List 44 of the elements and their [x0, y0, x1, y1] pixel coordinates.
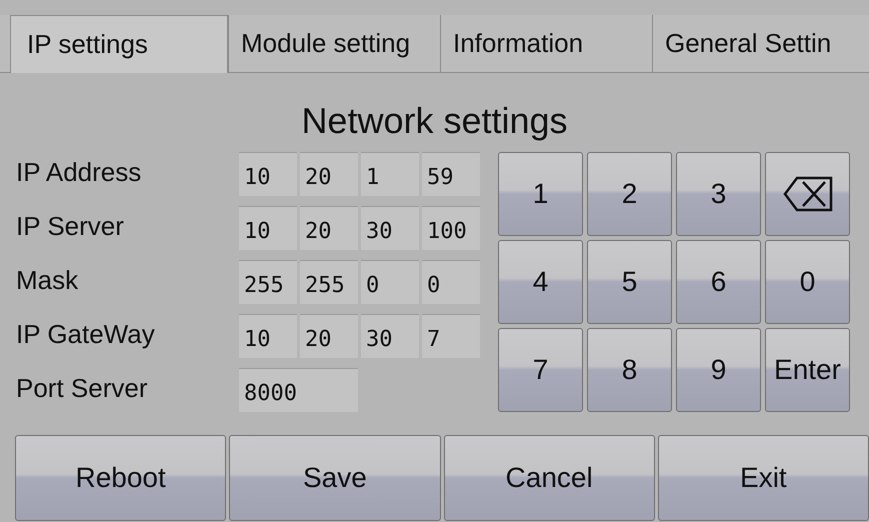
tab[interactable]: Module setting [228, 15, 440, 72]
tab[interactable]: General Settin [652, 15, 864, 72]
input-field[interactable]: 10 [239, 206, 297, 250]
tab[interactable]: Information [440, 15, 652, 72]
keypad-key[interactable]: 8 [587, 328, 672, 412]
input-field[interactable]: 0 [361, 260, 419, 304]
field-label: IP Server [16, 210, 125, 243]
input-field[interactable]: 20 [300, 152, 358, 196]
input-field[interactable]: 30 [361, 314, 419, 358]
input-field[interactable]: 59 [422, 152, 480, 196]
section-title: Network settings [301, 99, 568, 143]
input-field[interactable]: 10 [239, 152, 297, 196]
keypad-key[interactable]: 4 [498, 240, 583, 324]
action-button[interactable]: Reboot [15, 435, 226, 521]
action-button[interactable]: Cancel [444, 435, 655, 521]
keypad-key[interactable]: 0 [765, 240, 850, 324]
keypad-key[interactable]: 7 [498, 328, 583, 412]
field-label: Port Server [16, 372, 148, 405]
input-field[interactable]: 30 [361, 206, 419, 250]
action-button[interactable]: Exit [658, 435, 869, 521]
input-field[interactable]: 10 [239, 314, 297, 358]
input-field[interactable]: 255 [300, 260, 358, 304]
backspace-key[interactable] [765, 152, 850, 236]
input-field[interactable]: 100 [422, 206, 480, 250]
input-field[interactable]: 20 [300, 314, 358, 358]
field-label: Mask [16, 264, 80, 297]
field-label: IP GateWay [16, 318, 156, 351]
keypad-key[interactable]: 1 [498, 152, 583, 236]
input-field[interactable]: 8000 [239, 368, 358, 412]
input-field[interactable]: 20 [300, 206, 358, 250]
keypad-key[interactable]: 3 [676, 152, 761, 236]
input-field[interactable]: 1 [361, 152, 419, 196]
action-button[interactable]: Save [229, 435, 440, 521]
input-field[interactable]: 255 [239, 260, 297, 304]
keypad-key[interactable]: 2 [587, 152, 672, 236]
field-label: IP Address [16, 156, 142, 189]
input-field[interactable]: 7 [422, 314, 480, 358]
keypad-key[interactable]: 6 [676, 240, 761, 324]
keypad-key[interactable]: 9 [676, 328, 761, 412]
keypad-key[interactable]: Enter [765, 328, 850, 412]
tab[interactable]: IP settings [10, 15, 228, 73]
input-field[interactable]: 0 [422, 260, 480, 304]
backspace-icon [782, 176, 832, 212]
keypad-key[interactable]: 5 [587, 240, 672, 324]
